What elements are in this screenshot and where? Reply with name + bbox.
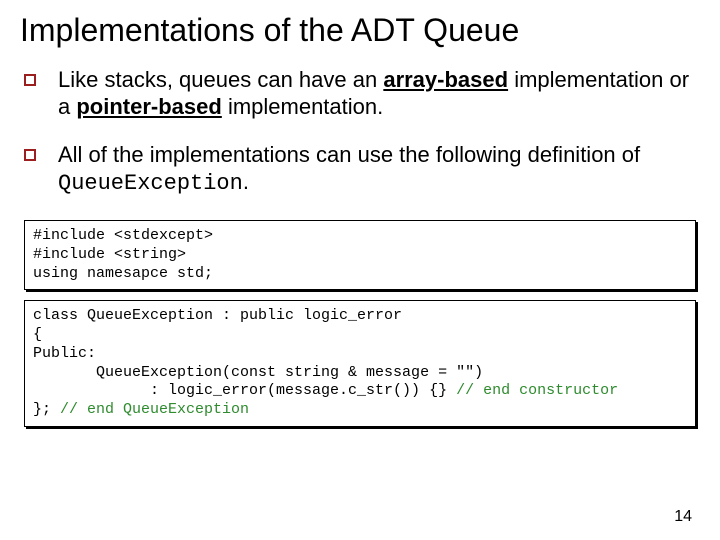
code-line: #include <stdexcept> xyxy=(33,227,213,244)
text-fragment: All of the implementations can use the f… xyxy=(58,142,640,167)
code-block-class: class QueueException : public logic_erro… xyxy=(24,300,696,427)
code-line: { xyxy=(33,326,42,343)
text-fragment: implementation. xyxy=(222,94,383,119)
code-line: QueueException(const string & message = … xyxy=(33,364,483,381)
bullet-icon xyxy=(24,149,36,161)
text-fragment: . xyxy=(243,169,249,194)
code-line: : logic_error(message.c_str()) {} xyxy=(33,382,456,399)
list-item: All of the implementations can use the f… xyxy=(24,142,696,198)
slide: Implementations of the ADT Queue Like st… xyxy=(0,0,720,540)
emphasis-array-based: array-based xyxy=(383,67,508,92)
text-fragment: Like stacks, queues can have an xyxy=(58,67,383,92)
slide-title: Implementations of the ADT Queue xyxy=(20,12,700,49)
bullet-text-1: Like stacks, queues can have an array-ba… xyxy=(58,67,696,121)
code-line: Public: xyxy=(33,345,96,362)
code-block-includes: #include <stdexcept> #include <string> u… xyxy=(24,220,696,290)
bullet-list: Like stacks, queues can have an array-ba… xyxy=(20,67,700,198)
bullet-icon xyxy=(24,74,36,86)
code-comment: // end QueueException xyxy=(60,401,249,418)
code-inline: QueueException xyxy=(58,171,243,196)
slide-number: 14 xyxy=(674,508,692,526)
code-line: }; xyxy=(33,401,60,418)
bullet-text-2: All of the implementations can use the f… xyxy=(58,142,696,198)
code-line: using namesapce std; xyxy=(33,265,213,282)
code-line: #include <string> xyxy=(33,246,186,263)
emphasis-pointer-based: pointer-based xyxy=(76,94,221,119)
code-line: class QueueException : public logic_erro… xyxy=(33,307,402,324)
list-item: Like stacks, queues can have an array-ba… xyxy=(24,67,696,121)
code-comment: // end constructor xyxy=(456,382,618,399)
